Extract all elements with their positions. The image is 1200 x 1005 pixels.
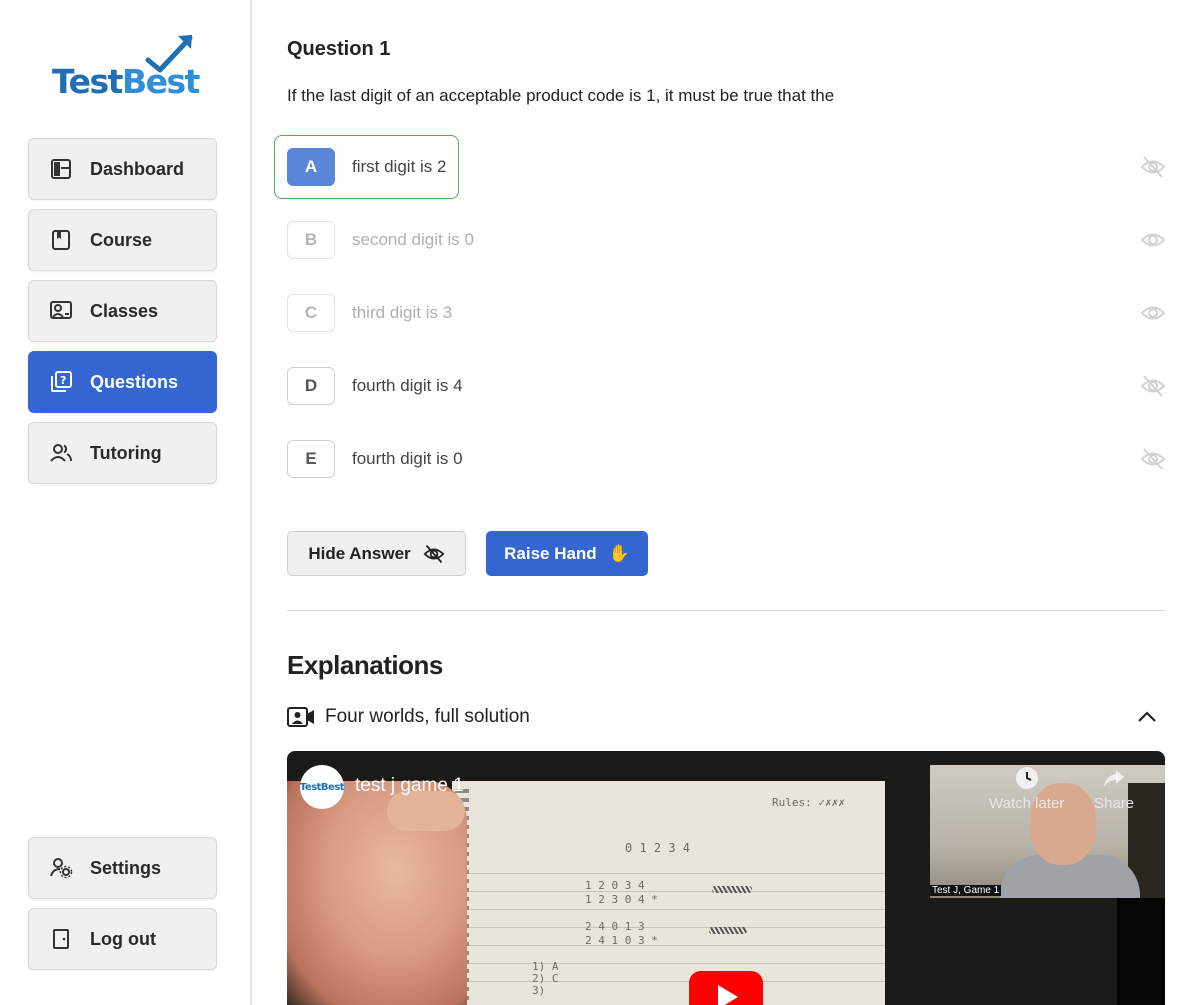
question-text: If the last digit of an acceptable produ… xyxy=(287,86,835,105)
dashboard-icon xyxy=(49,157,73,181)
video-handwriting-row: 2 4 1 0 3 * xyxy=(585,934,658,947)
testbest-logo[interactable]: TestBest xyxy=(48,32,200,104)
choice-c[interactable]: C third digit is 3 xyxy=(287,288,1166,338)
sidebar-item-label: Classes xyxy=(90,300,159,321)
choice-text: third digit is 3 xyxy=(352,303,453,322)
video-handwriting-digits: 0 1 2 3 4 xyxy=(625,841,691,855)
sidebar-item-label: Log out xyxy=(90,928,156,949)
question-title: Question 1 xyxy=(287,38,391,60)
share-label: Share xyxy=(1094,795,1135,812)
video-handwriting-rules: Rules: ✓✗✗✗ xyxy=(772,796,845,809)
choice-a[interactable]: A first digit is 2 xyxy=(287,142,1166,192)
raise-hand-label: Raise Hand xyxy=(504,543,597,563)
logo-text: TestBest xyxy=(52,62,200,101)
sidebar-item-course[interactable]: Course xyxy=(28,209,217,271)
choice-letter[interactable]: A xyxy=(287,148,335,186)
pip-caption: Test J, Game 1 xyxy=(930,885,1002,896)
explanation-item-title: Four worlds, full solution xyxy=(325,706,530,727)
choice-letter[interactable]: B xyxy=(287,221,335,259)
video-handwriting-row: 1 2 0 3 4 xyxy=(585,879,645,892)
eye-off-icon xyxy=(423,544,445,564)
explanations-heading: Explanations xyxy=(287,650,443,680)
eye-off-icon[interactable] xyxy=(1140,447,1166,471)
share-icon xyxy=(1101,765,1127,791)
video-person-icon xyxy=(287,705,315,729)
video-handwriting-answers: 1) A 2) C 3) xyxy=(532,960,559,997)
sidebar-item-logout[interactable]: Log out xyxy=(28,908,217,970)
chevron-up-icon[interactable] xyxy=(1135,705,1159,729)
door-icon xyxy=(49,927,73,951)
hide-answer-label: Hide Answer xyxy=(308,543,411,563)
sidebar-item-label: Course xyxy=(90,229,153,250)
video-handwriting-row: 2 4 0 1 3 xyxy=(585,920,645,933)
video-player[interactable]: Rules: ✓✗✗✗ 0 1 2 3 4 1 2 0 3 4 1 2 3 0 … xyxy=(287,751,1165,1005)
divider xyxy=(287,610,1165,611)
sidebar-item-label: Tutoring xyxy=(90,442,162,463)
video-frame-paper xyxy=(452,781,885,1005)
user-settings-icon xyxy=(49,856,73,880)
watch-later-button[interactable]: Watch later xyxy=(989,765,1064,812)
sidebar-item-settings[interactable]: Settings xyxy=(28,837,217,899)
video-handwriting-row: 1 2 3 0 4 * xyxy=(585,893,658,906)
choice-text: second digit is 0 xyxy=(352,230,474,249)
choice-letter[interactable]: C xyxy=(287,294,335,332)
book-icon xyxy=(49,228,73,252)
clock-icon xyxy=(1014,765,1040,791)
choice-letter[interactable]: E xyxy=(287,440,335,478)
raise-hand-button[interactable]: Raise Hand ✋ xyxy=(486,531,648,576)
video-title[interactable]: test j game 1 xyxy=(355,775,464,797)
sidebar-item-label: Questions xyxy=(90,371,179,392)
play-button[interactable] xyxy=(689,971,763,1005)
sidebar-item-classes[interactable]: Classes xyxy=(28,280,217,342)
raised-hand-icon: ✋ xyxy=(608,543,630,563)
choice-text: fourth digit is 0 xyxy=(352,449,463,468)
eye-off-icon[interactable] xyxy=(1140,155,1166,179)
sidebar-item-label: Settings xyxy=(90,857,162,878)
choice-d[interactable]: D fourth digit is 4 xyxy=(287,361,1166,411)
watch-later-label: Watch later xyxy=(989,795,1065,812)
choice-letter[interactable]: D xyxy=(287,367,335,405)
choice-e[interactable]: E fourth digit is 0 xyxy=(287,434,1166,484)
sidebar-item-questions[interactable]: ? Questions xyxy=(28,351,217,413)
choice-text: fourth digit is 4 xyxy=(352,376,463,395)
channel-avatar[interactable]: TestBest xyxy=(300,765,345,809)
eye-icon[interactable] xyxy=(1140,228,1166,252)
eye-off-icon[interactable] xyxy=(1140,374,1166,398)
sidebar-item-label: Dashboard xyxy=(90,158,185,179)
explanation-item[interactable]: Four worlds, full solution xyxy=(287,703,1165,731)
classes-icon xyxy=(49,299,73,323)
share-button[interactable]: Share xyxy=(1094,765,1134,812)
sidebar: TestBest Dashboard Course Classes ? Ques… xyxy=(0,0,252,1005)
people-icon xyxy=(49,441,73,465)
questions-icon: ? xyxy=(49,370,73,394)
eye-icon[interactable] xyxy=(1140,301,1166,325)
choice-text: first digit is 2 xyxy=(352,157,447,176)
choice-b[interactable]: B second digit is 0 xyxy=(287,215,1166,265)
video-scribble xyxy=(709,927,747,934)
svg-text:?: ? xyxy=(60,374,66,387)
video-scribble xyxy=(712,886,752,893)
sidebar-item-dashboard[interactable]: Dashboard xyxy=(28,138,217,200)
sidebar-item-tutoring[interactable]: Tutoring xyxy=(28,422,217,484)
hide-answer-button[interactable]: Hide Answer xyxy=(287,531,466,576)
